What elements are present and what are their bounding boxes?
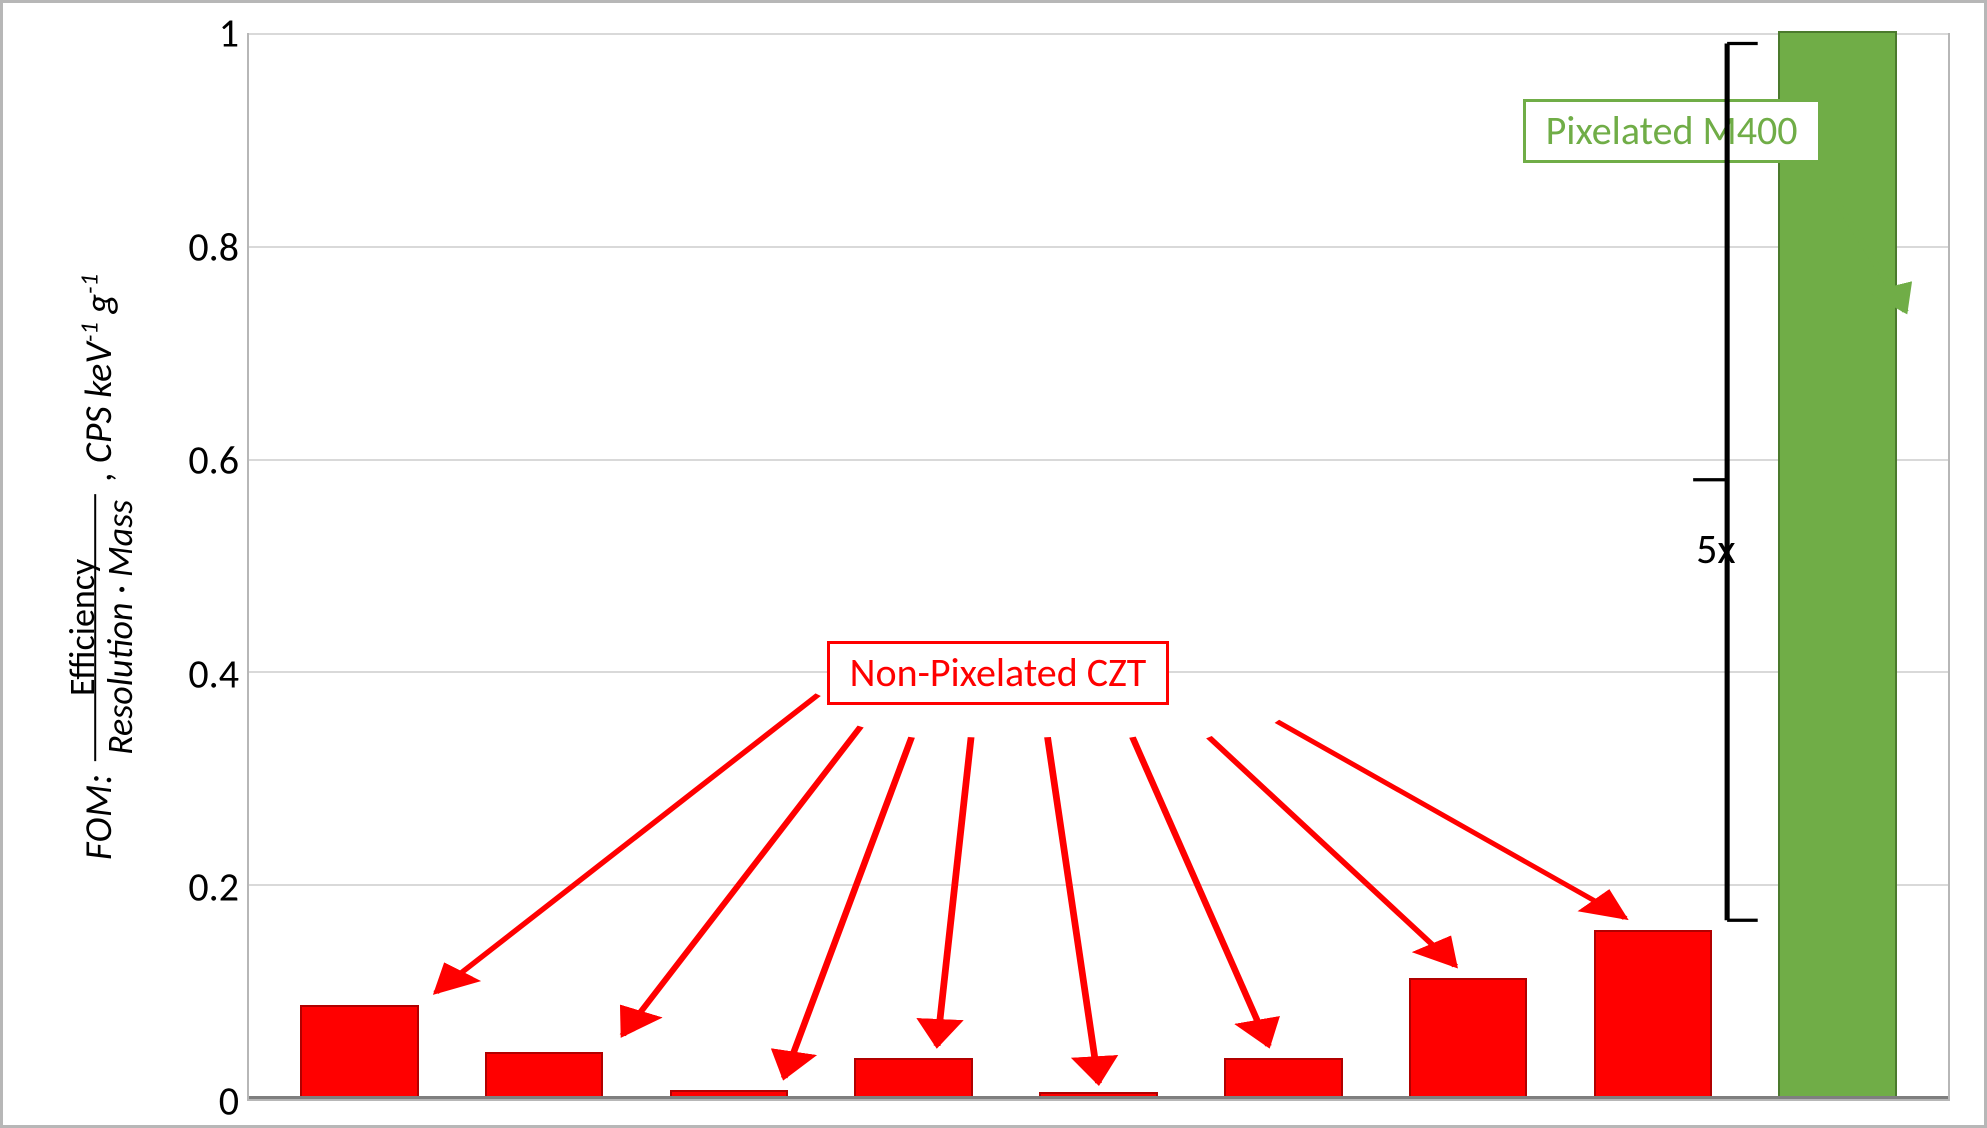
y-axis-fraction-denominator: Resolution · Mass bbox=[94, 494, 142, 761]
y-tick-04: 0.4 bbox=[188, 649, 239, 698]
bar-slot bbox=[821, 35, 1006, 1099]
chart-container: FOM: Efficiency Resolution · Mass , CPS … bbox=[27, 33, 1960, 1101]
y-axis-label: FOM: Efficiency Resolution · Mass , CPS … bbox=[64, 274, 140, 860]
callout-pixelated-m400: Pixelated M400 bbox=[1523, 99, 1821, 163]
y-tick-0: 0 bbox=[219, 1077, 239, 1126]
y-tick-1: 1 bbox=[219, 9, 239, 58]
bar-slot bbox=[1006, 35, 1191, 1099]
figure-frame: FOM: Efficiency Resolution · Mass , CPS … bbox=[0, 0, 1987, 1128]
bar-slot bbox=[267, 35, 452, 1099]
bar-slot bbox=[1376, 35, 1561, 1099]
bar-non-pixelated-czt bbox=[1039, 1092, 1158, 1099]
y-tick-label-column: 0 0.2 0.4 0.6 0.8 1 bbox=[177, 33, 247, 1101]
y-axis-fraction: Efficiency Resolution · Mass bbox=[64, 494, 140, 761]
bar-non-pixelated-czt bbox=[485, 1052, 604, 1099]
bar-slot bbox=[1191, 35, 1376, 1099]
y-tick-02: 0.2 bbox=[188, 863, 239, 912]
bar-non-pixelated-czt bbox=[1594, 930, 1713, 1099]
bar-non-pixelated-czt bbox=[854, 1058, 973, 1099]
bar-non-pixelated-czt bbox=[1409, 978, 1528, 1099]
bar-non-pixelated-czt bbox=[300, 1005, 419, 1099]
y-axis-units: , CPS keV-1 g-1 bbox=[76, 274, 122, 481]
y-axis-label-column: FOM: Efficiency Resolution · Mass , CPS … bbox=[27, 33, 177, 1101]
bar-pixelated-m400 bbox=[1778, 31, 1897, 1099]
y-tick-06: 0.6 bbox=[188, 436, 239, 485]
plot-area: Non-Pixelated CZT Pixelated M400 5x bbox=[247, 33, 1950, 1101]
plot-wrapper: Non-Pixelated CZT Pixelated M400 5x bbox=[247, 33, 1950, 1101]
bars-container bbox=[249, 35, 1948, 1099]
bar-slot bbox=[637, 35, 822, 1099]
callout-non-pixelated-czt: Non-Pixelated CZT bbox=[827, 641, 1170, 705]
y-axis-prefix: FOM: bbox=[76, 773, 122, 860]
bar-slot bbox=[452, 35, 637, 1099]
bar-non-pixelated-czt bbox=[670, 1090, 789, 1099]
bar-non-pixelated-czt bbox=[1224, 1058, 1343, 1099]
bar-slot bbox=[1745, 35, 1930, 1099]
y-tick-08: 0.8 bbox=[188, 222, 239, 271]
bracket-label-5x: 5x bbox=[1696, 524, 1735, 575]
